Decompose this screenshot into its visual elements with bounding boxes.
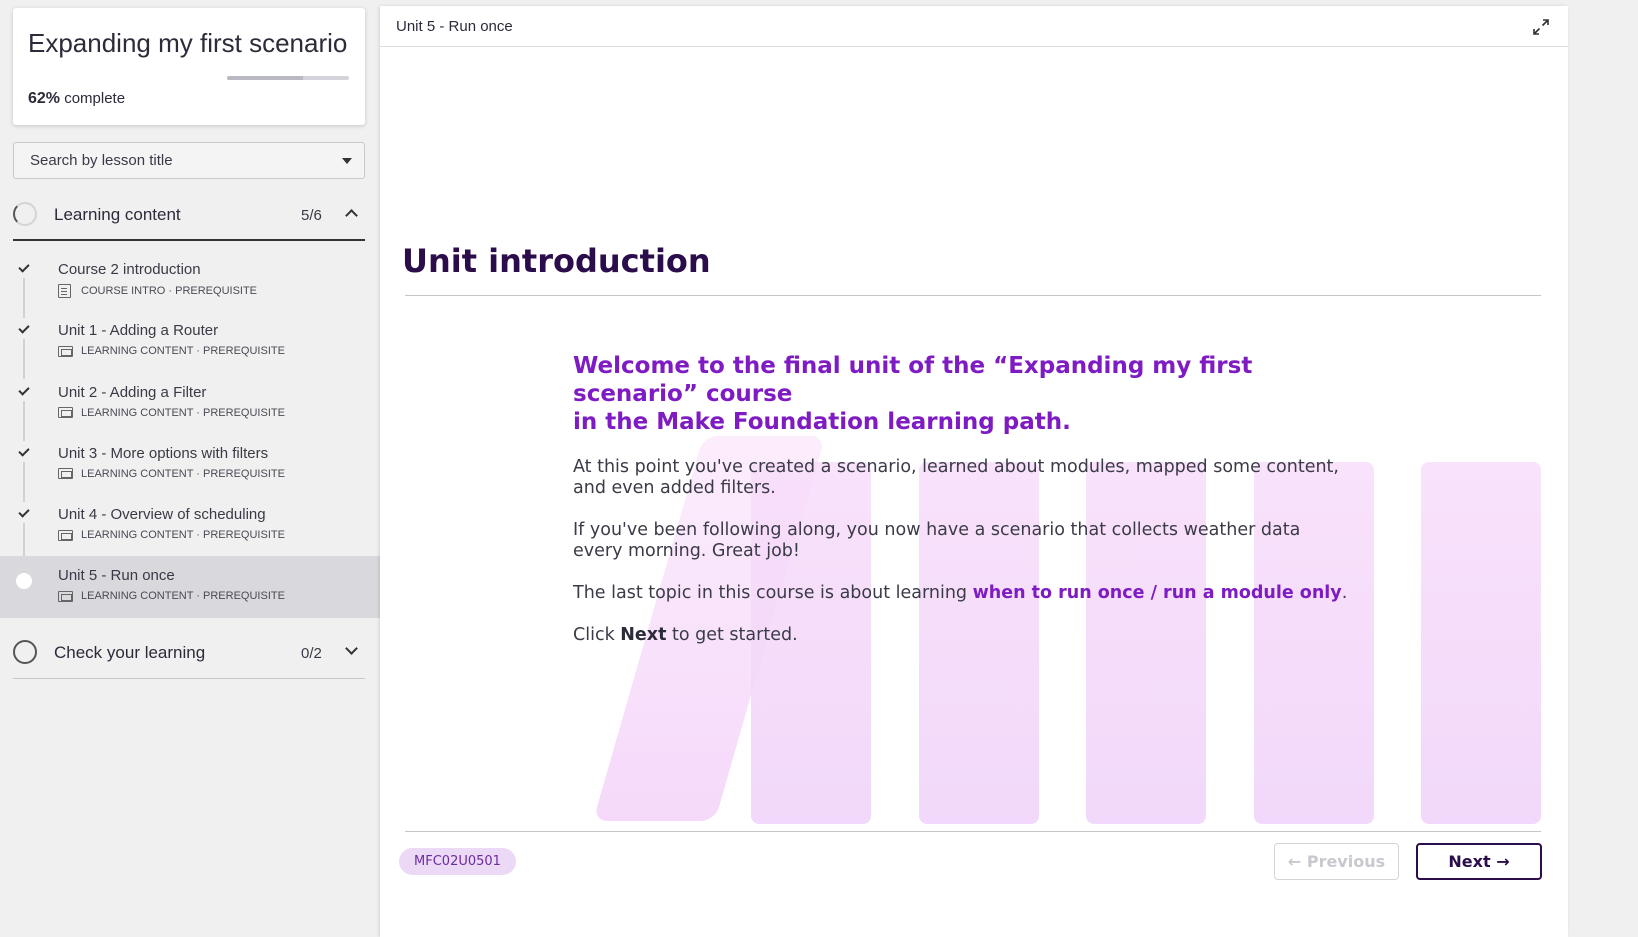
expand-icon[interactable]	[1532, 18, 1550, 36]
previous-button[interactable]: ← Previous	[1274, 843, 1399, 880]
lesson-meta-text: LEARNING CONTENT · PREREQUISITE	[81, 345, 285, 358]
lesson-meta: LEARNING CONTENT · PREREQUISITE	[58, 529, 285, 541]
lesson-title: Unit 1 - Adding a Router	[58, 322, 219, 340]
lesson-title: Unit 3 - More options with filters	[58, 444, 269, 462]
text: to get started.	[666, 625, 798, 645]
highlight-text: when to run once / run a module only	[972, 583, 1342, 603]
text: .	[1341, 583, 1348, 603]
paragraph: At this point you've created a scenario,…	[573, 457, 1339, 498]
check-icon	[18, 445, 30, 457]
screen-icon	[58, 345, 73, 357]
bold-text: Next	[620, 625, 667, 645]
paragraph: Click Next to get started.	[573, 625, 1353, 646]
lesson-meta-text: COURSE INTRO · PREREQUISITE	[81, 285, 258, 297]
lesson-search-dropdown[interactable]: Search by lesson title	[13, 142, 365, 179]
paragraph: The last topic in this course is about l…	[573, 583, 1353, 604]
section-count: 5/6	[301, 207, 322, 224]
divider	[405, 295, 1541, 296]
chevron-down-icon[interactable]	[345, 642, 358, 655]
lesson-meta-text: LEARNING CONTENT · PREREQUISITE	[81, 406, 285, 419]
lesson-item[interactable]: Unit 4 - Overview of scheduling LEARNING…	[0, 495, 380, 564]
lesson-meta: LEARNING CONTENT · PREREQUISITE	[58, 468, 285, 480]
sidebar: Expanding my first scenario 62% complete…	[0, 0, 380, 937]
screen-icon	[58, 468, 73, 480]
lesson-list: Course 2 introduction COURSE INTRO · PRE…	[0, 250, 380, 618]
lesson-content: Welcome to the final unit of the “Expand…	[573, 352, 1353, 646]
screen-icon	[58, 590, 73, 602]
current-lesson-dot-icon	[16, 573, 32, 590]
lesson-title: Unit 5 - Run once	[58, 567, 175, 585]
text: Click	[573, 625, 621, 645]
progress-percent: 62%	[28, 90, 61, 107]
paragraph: If you've been following along, you now …	[573, 520, 1301, 561]
section-title: Check your learning	[54, 643, 206, 662]
welcome-line: in the Make Foundation learning path.	[573, 409, 1071, 435]
lesson-item[interactable]: Course 2 introduction COURSE INTRO · PRE…	[0, 250, 380, 318]
caret-down-icon	[342, 158, 352, 164]
lesson-meta-text: LEARNING CONTENT · PREREQUISITE	[81, 467, 285, 480]
chevron-up-icon[interactable]	[345, 209, 358, 222]
progress-ring-icon	[13, 202, 37, 226]
text: The last topic in this course is about l…	[573, 583, 973, 603]
lesson-item[interactable]: Unit 2 - Adding a Filter LEARNING CONTEN…	[0, 373, 380, 441]
progress-bar-fill	[227, 76, 303, 80]
lesson-meta: LEARNING CONTENT · PREREQUISITE	[58, 407, 285, 419]
section-count: 0/2	[301, 645, 322, 662]
lesson-meta-text: LEARNING CONTENT · PREREQUISITE	[81, 590, 285, 603]
lesson-item-active[interactable]: Unit 5 - Run once LEARNING CONTENT · PRE…	[0, 556, 380, 618]
section-learning-content[interactable]: Learning content 5/6	[13, 191, 365, 241]
screen-icon	[58, 407, 73, 419]
check-icon	[18, 261, 30, 273]
progress-bar	[227, 76, 349, 80]
lesson-item[interactable]: Unit 1 - Adding a Router LEARNING CONTEN…	[0, 311, 380, 380]
lesson-title: Course 2 introduction	[58, 261, 201, 278]
check-icon	[18, 383, 30, 396]
lesson-meta-text: LEARNING CONTENT · PREREQUISITE	[81, 529, 285, 542]
lesson-item[interactable]: Unit 3 - More options with filters LEARN…	[0, 434, 380, 502]
next-button[interactable]: Next →	[1416, 843, 1542, 880]
lesson-title: Unit 2 - Adding a Filter	[58, 383, 207, 401]
screen-icon	[58, 529, 73, 541]
lesson-meta: LEARNING CONTENT · PREREQUISITE	[58, 590, 285, 602]
lesson-topbar: Unit 5 - Run once	[380, 6, 1568, 47]
lesson-panel: Unit 5 - Run once Unit introduction Welc…	[380, 6, 1568, 937]
welcome-line: Welcome to the final unit of the “Expand…	[573, 353, 1253, 407]
lesson-meta: LEARNING CONTENT · PREREQUISITE	[58, 345, 285, 357]
section-check-your-learning[interactable]: Check your learning 0/2	[13, 629, 365, 679]
divider	[405, 831, 1541, 832]
lesson-topbar-title: Unit 5 - Run once	[396, 18, 513, 35]
progress-suffix: complete	[60, 90, 126, 107]
page-title: Unit introduction	[402, 242, 711, 280]
lesson-title: Unit 4 - Overview of scheduling	[58, 506, 266, 524]
check-icon	[18, 506, 30, 518]
check-icon	[18, 322, 30, 334]
lesson-search-label: Search by lesson title	[30, 152, 173, 169]
progress-ring-icon	[13, 640, 37, 664]
document-icon	[58, 284, 71, 298]
course-card: Expanding my first scenario 62% complete	[13, 8, 365, 125]
lesson-code-badge: MFC02U0501	[399, 848, 516, 875]
decorative-shape	[1421, 462, 1541, 824]
progress-text: 62% complete	[28, 90, 125, 108]
lesson-meta: COURSE INTRO · PREREQUISITE	[58, 284, 257, 298]
section-title: Learning content	[54, 205, 181, 224]
course-title: Expanding my first scenario	[28, 28, 348, 58]
welcome-heading: Welcome to the final unit of the “Expand…	[573, 352, 1353, 436]
